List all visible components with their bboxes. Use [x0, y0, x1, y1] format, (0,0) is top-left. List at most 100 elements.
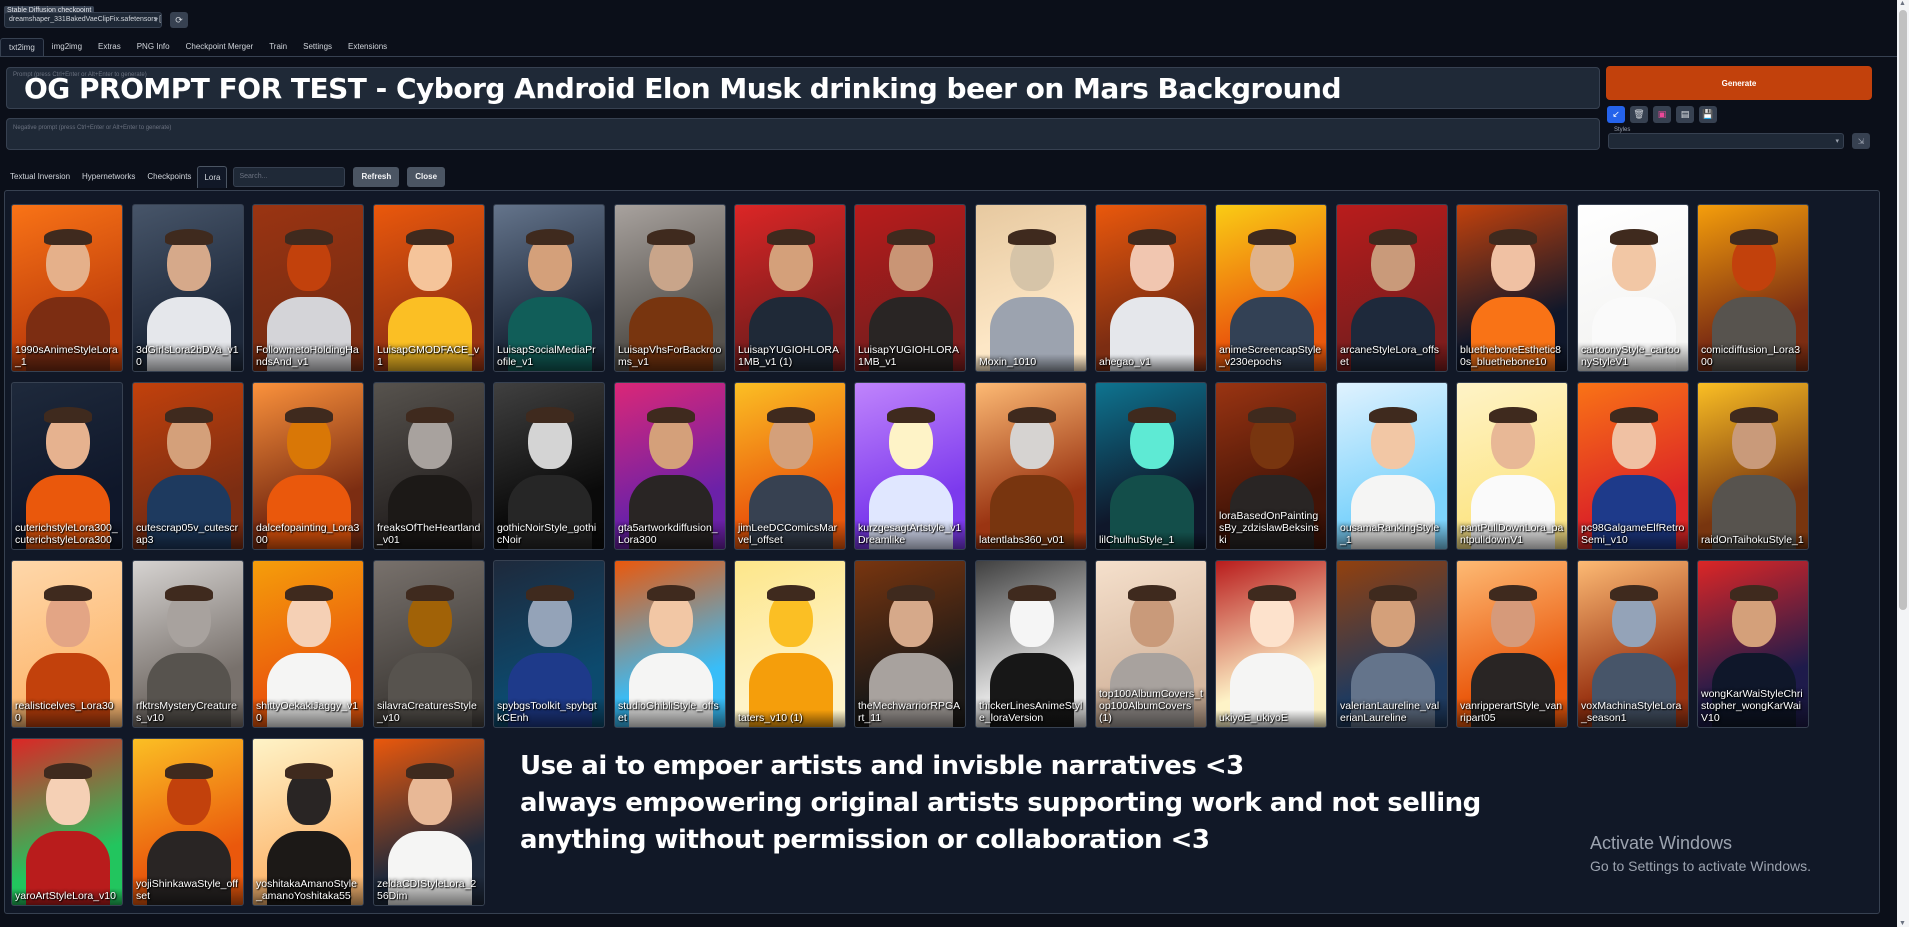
search-input[interactable]: Search... — [233, 167, 346, 187]
lora-card-label: top100AlbumCovers_top100AlbumCovers (1) — [1096, 686, 1206, 727]
lora-card-label: kurzgesagtArtstyle_v1Dreamlike — [855, 520, 965, 549]
tab-checkpoint-merger[interactable]: Checkpoint Merger — [178, 38, 262, 56]
lora-card[interactable]: silavraCreaturesStyle_v10 — [373, 560, 485, 728]
lora-card[interactable]: LuisapSocialMediaProfile_v1 — [493, 204, 605, 372]
lora-card[interactable]: cutescrap05v_cutescrap3 — [132, 382, 244, 550]
lora-card[interactable]: ukiyoE_ukiyoE — [1215, 560, 1327, 728]
lora-card-label: taters_v10 (1) — [735, 710, 845, 727]
lora-card[interactable]: pantPullDownLora_pantpulldownV1 — [1456, 382, 1568, 550]
chevron-down-icon: ▾ — [1835, 138, 1839, 145]
scrollbar-thumb[interactable] — [1899, 10, 1907, 610]
lora-card-label: zeldaCDIStyleLora_256Dim — [374, 876, 484, 905]
lora-card[interactable]: pc98GalgameElfRetroSemi_v10 — [1577, 382, 1689, 550]
close-button[interactable]: Close — [407, 167, 446, 187]
lora-card[interactable]: taters_v10 (1) — [734, 560, 846, 728]
card-thumbnail-hair — [285, 407, 333, 423]
lora-card[interactable]: thickerLinesAnimeStyle_loraVersion — [975, 560, 1087, 728]
lora-card[interactable]: cartoonyStyle_cartoonyStyleV1 — [1577, 204, 1689, 372]
card-thumbnail-hair — [1369, 229, 1417, 245]
lora-card[interactable]: freaksOfTheHeartland_v01 — [373, 382, 485, 550]
tab-extensions[interactable]: Extensions — [340, 38, 395, 56]
tab-settings[interactable]: Settings — [295, 38, 340, 56]
lora-card[interactable]: latentlabs360_v01 — [975, 382, 1087, 550]
tab-textual-inversion[interactable]: Textual Inversion — [4, 166, 76, 188]
lora-card[interactable]: zeldaCDIStyleLora_256Dim — [373, 738, 485, 906]
lora-card[interactable]: LuisapYUGIOHLORA1MB_v1 (1) — [734, 204, 846, 372]
lora-card[interactable]: theMechwarriorRPGArt_11 — [854, 560, 966, 728]
lora-card-label: yojiShinkawaStyle_offset — [133, 876, 243, 905]
refresh-icon[interactable]: ⟳ — [170, 12, 188, 28]
refresh-button[interactable]: Refresh — [353, 167, 400, 187]
lora-card-label: raidOnTaihokuStyle_1 — [1698, 532, 1808, 549]
styles-select[interactable]: ▾ — [1608, 133, 1844, 149]
lora-card[interactable]: realisticelves_Lora300 — [11, 560, 123, 728]
trash-icon[interactable]: 🗑 — [1630, 106, 1648, 123]
lora-card[interactable]: yaroArtStyleLora_v10 — [11, 738, 123, 906]
lora-card[interactable]: comicdiffusion_Lora300 — [1697, 204, 1809, 372]
clipboard-icon[interactable]: ▤ — [1676, 106, 1694, 123]
lora-card[interactable]: shittyOekakiJaggy_v10 — [252, 560, 364, 728]
lora-card[interactable]: yojiShinkawaStyle_offset — [132, 738, 244, 906]
lora-card[interactable]: LuisapVhsForBackrooms_v1 — [614, 204, 726, 372]
lora-card-label: loraBasedOnPaintingsBy_zdzislawBeksinski — [1216, 508, 1326, 549]
tab-img2img[interactable]: img2img — [44, 38, 90, 56]
lora-card[interactable]: 3dGirlsLora2bDVa_v10 — [132, 204, 244, 372]
lora-card-label: vanripperartStyle_vanripart05 — [1457, 698, 1567, 727]
lora-card[interactable]: studioGhibliStyle_offset — [614, 560, 726, 728]
tab-extras[interactable]: Extras — [90, 38, 129, 56]
lora-card[interactable]: animeScreencapStyle_v230epochs — [1215, 204, 1327, 372]
lora-card[interactable]: raidOnTaihokuStyle_1 — [1697, 382, 1809, 550]
lora-card-label: yaroArtStyleLora_v10 — [12, 888, 122, 905]
tab-checkpoints[interactable]: Checkpoints — [141, 166, 197, 188]
lora-card[interactable]: ahegao_v1 — [1095, 204, 1207, 372]
lora-card-label: comicdiffusion_Lora300 — [1698, 342, 1808, 371]
lora-card[interactable]: top100AlbumCovers_top100AlbumCovers (1) — [1095, 560, 1207, 728]
lora-card[interactable]: gothicNoirStyle_gothicNoir — [493, 382, 605, 550]
lora-card[interactable]: Moxin_1010 — [975, 204, 1087, 372]
lora-card[interactable]: yoshitakaAmanoStyle_amanoYoshitaka55 — [252, 738, 364, 906]
lora-card[interactable]: bluetheboneEsthetic80s_bluethebone10 — [1456, 204, 1568, 372]
lora-card[interactable]: gta5artworkdiffusion_Lora300 — [614, 382, 726, 550]
lora-card[interactable]: ousamaRankingStyle_1 — [1336, 382, 1448, 550]
tab-png-info[interactable]: PNG Info — [129, 38, 178, 56]
lora-card[interactable]: 1990sAnimeStyleLora_1 — [11, 204, 123, 372]
styles-apply-icon[interactable]: ⇲ — [1852, 133, 1870, 149]
tab-txt2img[interactable]: txt2img — [0, 38, 44, 56]
tab-train[interactable]: Train — [261, 38, 295, 56]
save-icon[interactable]: 💾 — [1699, 106, 1717, 123]
lora-card[interactable]: vanripperartStyle_vanripart05 — [1456, 560, 1568, 728]
lora-card[interactable]: rfktrsMysteryCreatures_v10 — [132, 560, 244, 728]
scroll-up-icon[interactable]: ▲ — [1899, 0, 1906, 7]
lora-card-label: wongKarWaiStyleChristopher_wongKarWaiV10 — [1698, 686, 1808, 727]
card-thumbnail-hair — [285, 229, 333, 245]
lora-card-label: LuisapGMODFACE_v1 — [374, 342, 484, 371]
card-thumbnail-hair — [406, 585, 454, 601]
page-scrollbar[interactable]: ▲ ▼ — [1897, 0, 1909, 927]
lora-card[interactable]: lilChulhuStyle_1 — [1095, 382, 1207, 550]
lora-card[interactable]: LuisapGMODFACE_v1 — [373, 204, 485, 372]
card-thumbnail-hair — [1128, 585, 1176, 601]
lora-card[interactable]: dalcefopainting_Lora300 — [252, 382, 364, 550]
lora-card[interactable]: FollowmetoHoldingHandsAnd_v1 — [252, 204, 364, 372]
card-thumbnail-hair — [1610, 229, 1658, 245]
lora-card[interactable]: LuisapYUGIOHLORA1MB_v1 — [854, 204, 966, 372]
generate-button[interactable]: Generate — [1606, 66, 1872, 100]
checkpoint-select[interactable]: dreamshaper_331BakedVaeClipFix.safetenso… — [4, 12, 162, 28]
lora-card[interactable]: voxMachinaStyleLora_season1 — [1577, 560, 1689, 728]
tab-hypernetworks[interactable]: Hypernetworks — [76, 166, 141, 188]
lora-card[interactable]: valerianLaureline_valerianLaureline — [1336, 560, 1448, 728]
lora-card[interactable]: jimLeeDCComicsMarvel_offset — [734, 382, 846, 550]
negative-prompt-textarea[interactable]: Negative prompt (press Ctrl+Enter or Alt… — [6, 118, 1600, 150]
lora-card[interactable]: spybgsToolkit_spybgtkCEnh — [493, 560, 605, 728]
lora-card-label: animeScreencapStyle_v230epochs — [1216, 342, 1326, 371]
card-thumbnail-hair — [1128, 407, 1176, 423]
lora-card[interactable]: kurzgesagtArtstyle_v1Dreamlike — [854, 382, 966, 550]
read-params-icon[interactable]: ↙ — [1607, 106, 1625, 123]
lora-card[interactable]: arcaneStyleLora_offset — [1336, 204, 1448, 372]
lora-card[interactable]: wongKarWaiStyleChristopher_wongKarWaiV10 — [1697, 560, 1809, 728]
extra-networks-icon[interactable]: ▣ — [1653, 106, 1671, 123]
lora-card[interactable]: cuterichstyleLora300_cuterichstyleLora30… — [11, 382, 123, 550]
scroll-down-icon[interactable]: ▼ — [1899, 920, 1906, 927]
tab-lora[interactable]: Lora — [197, 166, 228, 188]
lora-card[interactable]: loraBasedOnPaintingsBy_zdzislawBeksinski — [1215, 382, 1327, 550]
